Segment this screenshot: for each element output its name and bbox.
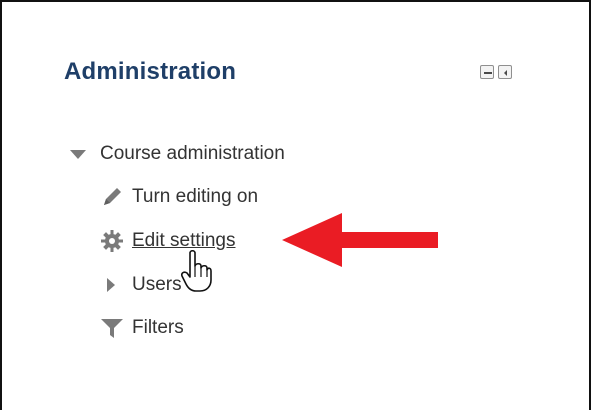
dock-block-button[interactable] <box>498 65 512 79</box>
users-node[interactable]: Users <box>100 273 182 297</box>
turn-editing-on-link[interactable]: Turn editing on <box>100 185 258 209</box>
edit-settings-link[interactable]: Edit settings <box>100 229 236 253</box>
filters-link[interactable]: Filters <box>100 316 184 340</box>
gear-icon <box>100 229 124 253</box>
red-arrow-icon <box>282 213 438 267</box>
pencil-icon <box>100 185 124 209</box>
minimize-block-button[interactable] <box>480 65 494 79</box>
chevron-left-icon <box>504 70 507 76</box>
block-title: Administration <box>64 58 237 85</box>
hand-pointer-icon <box>181 249 212 292</box>
turn-editing-on-label: Turn editing on <box>132 186 259 207</box>
course-administration-node[interactable]: Course administration <box>68 142 285 166</box>
minus-icon <box>484 72 492 74</box>
triangle-right-icon <box>100 273 124 297</box>
filter-icon <box>100 316 124 340</box>
triangle-down-icon <box>68 142 92 166</box>
users-label: Users <box>132 274 182 295</box>
course-administration-label: Course administration <box>100 143 285 164</box>
block-controls <box>480 65 512 79</box>
administration-block: Administration Course administration Tur… <box>0 0 591 410</box>
filters-label: Filters <box>132 317 184 338</box>
